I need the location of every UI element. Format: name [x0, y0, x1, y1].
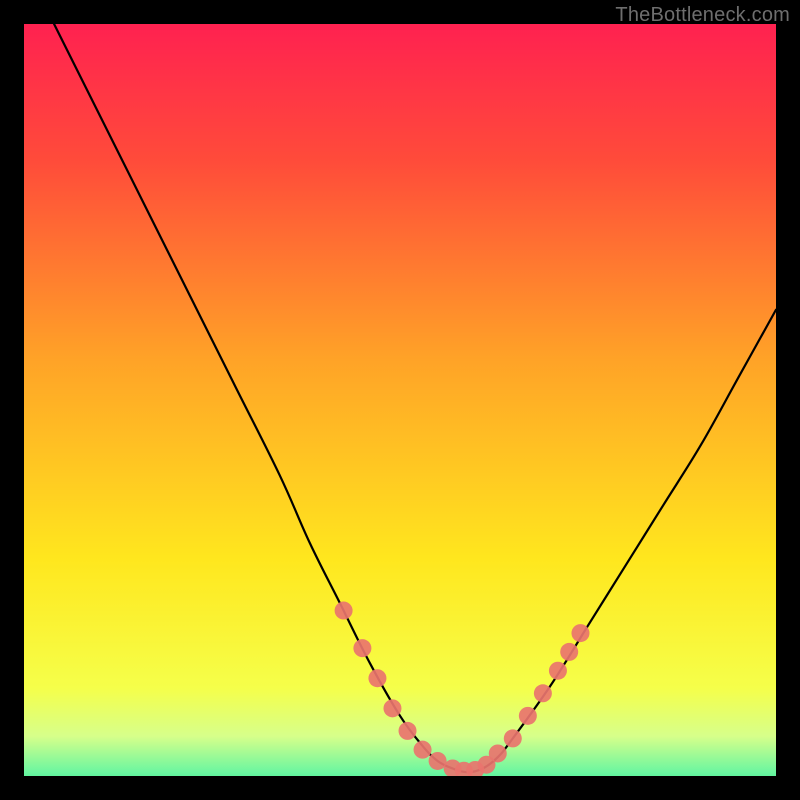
curve-marker [368, 669, 386, 687]
chart-container: TheBottleneck.com [0, 0, 800, 800]
curve-marker [534, 684, 552, 702]
chart-svg [0, 0, 800, 800]
curve-marker [353, 639, 371, 657]
curve-marker [399, 722, 417, 740]
curve-marker [383, 699, 401, 717]
curve-marker [335, 602, 353, 620]
watermark-text: TheBottleneck.com [615, 4, 790, 27]
curve-marker [489, 744, 507, 762]
curve-marker [549, 662, 567, 680]
chart-background [0, 0, 800, 800]
curve-marker [414, 741, 432, 759]
curve-marker [560, 643, 578, 661]
curve-marker [519, 707, 537, 725]
curve-marker [504, 729, 522, 747]
curve-marker [571, 624, 589, 642]
